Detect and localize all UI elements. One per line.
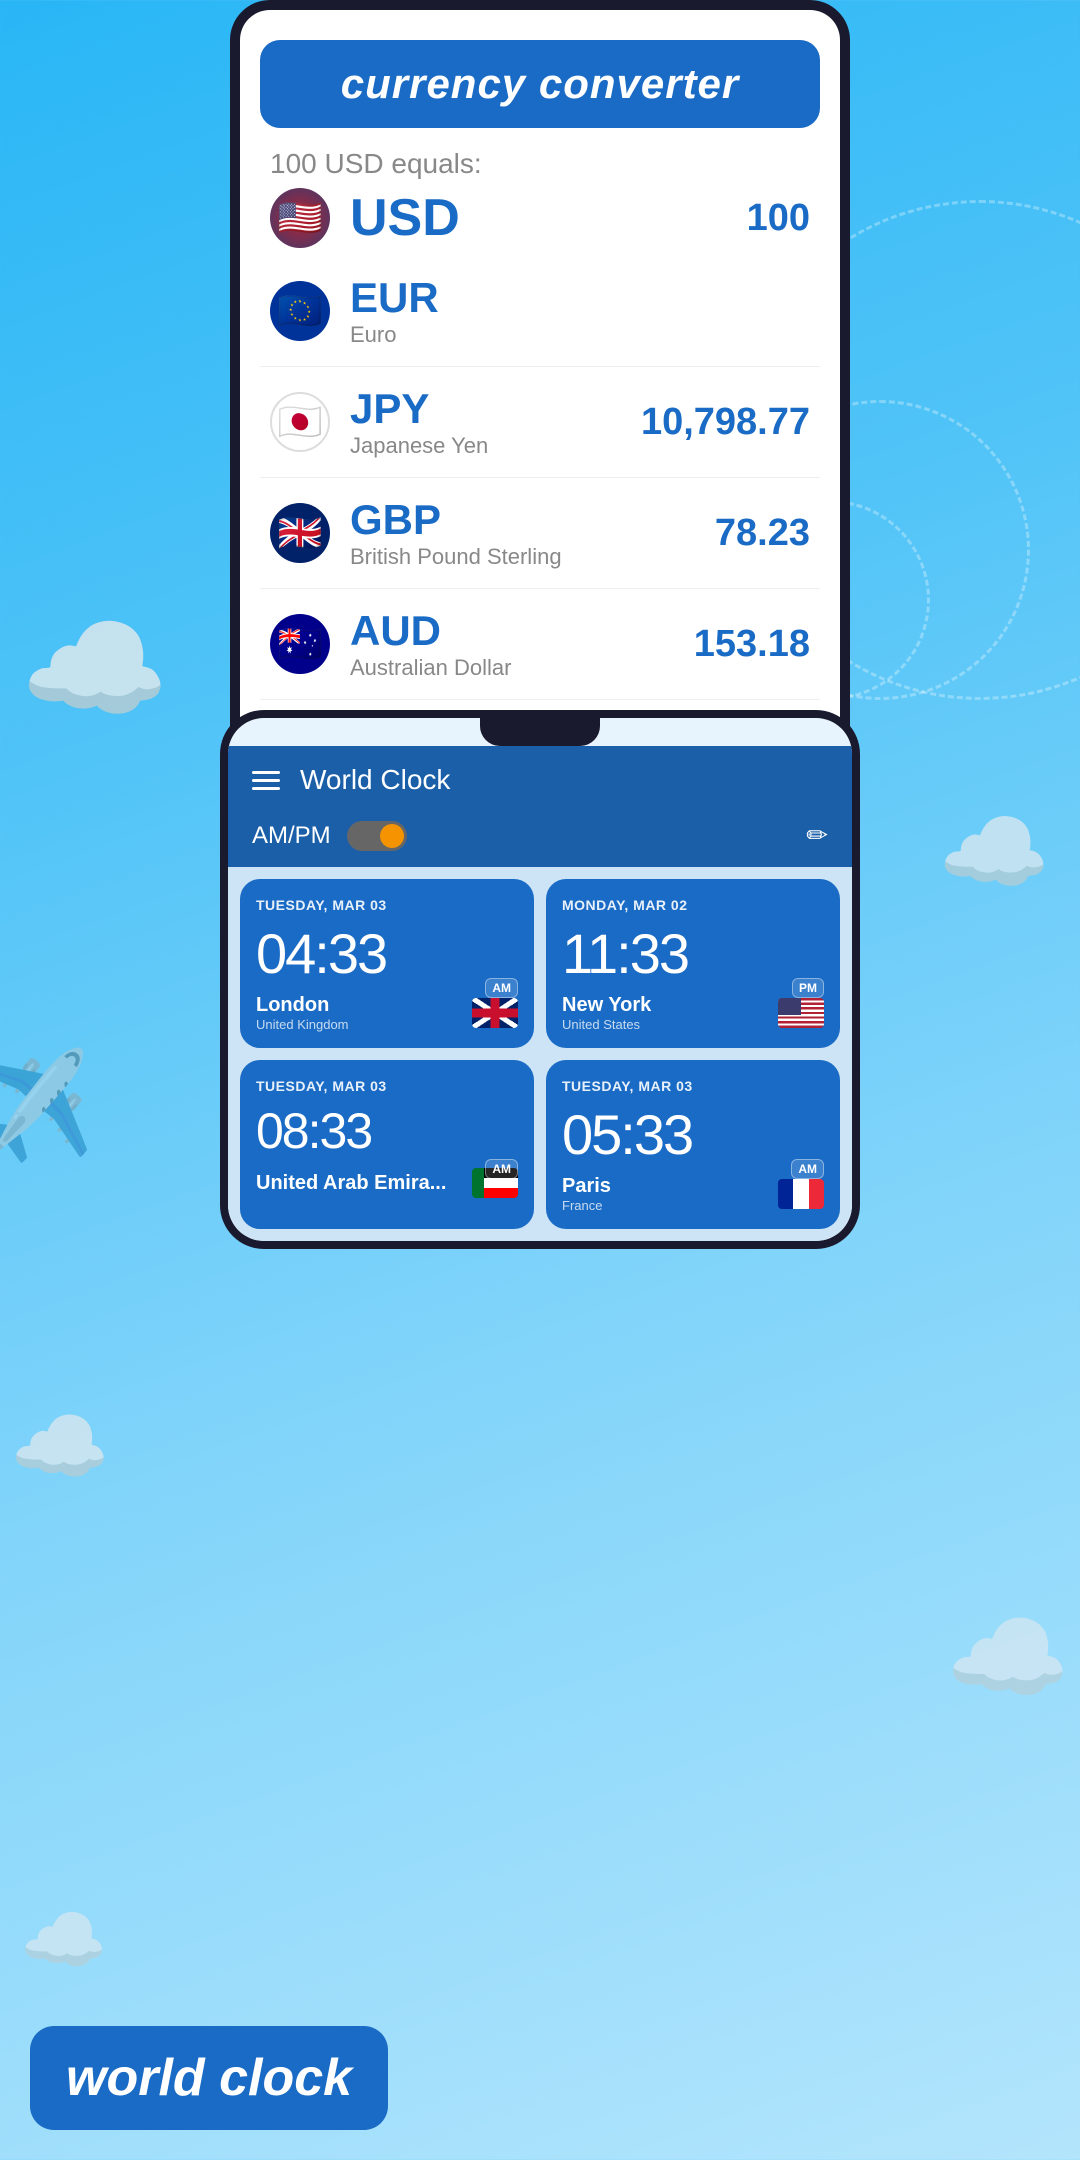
- usd-header-text: 100 USD equals:: [270, 148, 482, 179]
- aud-row[interactable]: 🇦🇺 AUD Australian Dollar 153.18: [260, 589, 820, 700]
- jpy-info: JPY Japanese Yen: [350, 385, 641, 459]
- newyork-date: MONDAY, MAR 02: [562, 897, 824, 913]
- menu-button[interactable]: [252, 771, 280, 790]
- uae-date: TUESDAY, MAR 03: [256, 1078, 518, 1094]
- usd-header: 100 USD equals:: [240, 138, 840, 180]
- london-date: TUESDAY, MAR 03: [256, 897, 518, 913]
- aud-code: AUD: [350, 607, 694, 655]
- newyork-time: 11:33: [562, 921, 824, 986]
- ampm-bar: AM/PM ✏: [228, 810, 852, 867]
- paris-city: Paris: [562, 1175, 611, 1198]
- jpy-name: Japanese Yen: [350, 433, 641, 459]
- uae-location: United Arab Emira...: [256, 1172, 446, 1195]
- london-city: London: [256, 994, 349, 1017]
- gbp-value: 78.23: [715, 512, 810, 555]
- world-clock-label: world clock: [30, 2026, 388, 2130]
- paris-date: TUESDAY, MAR 03: [562, 1078, 824, 1094]
- london-ampm: AM: [485, 978, 518, 998]
- world-clock-title: World Clock: [300, 764, 828, 796]
- gbp-row[interactable]: 🇬🇧 GBP British Pound Sterling 78.23: [260, 478, 820, 589]
- paris-time: 05:33: [562, 1102, 824, 1167]
- aud-info: AUD Australian Dollar: [350, 607, 694, 681]
- jpy-row[interactable]: 🇯🇵 JPY Japanese Yen 10,798.77: [260, 367, 820, 478]
- gbp-flag: 🇬🇧: [270, 503, 330, 563]
- ampm-label: AM/PM: [252, 822, 331, 850]
- paris-clock-card[interactable]: TUESDAY, MAR 03 05:33 AM Paris France: [546, 1060, 840, 1229]
- london-flag: [472, 998, 518, 1028]
- uae-ampm: AM: [485, 1159, 518, 1179]
- currency-converter-phone: currency converter 100 USD equals: 🇺🇸 US…: [230, 0, 850, 821]
- gbp-code: GBP: [350, 496, 715, 544]
- london-location: London United Kingdom: [256, 994, 349, 1032]
- jpy-code: JPY: [350, 385, 641, 433]
- eur-flag: 🇪🇺: [270, 281, 330, 341]
- jpy-flag: 🇯🇵: [270, 392, 330, 452]
- usd-value: 100: [747, 197, 810, 240]
- newyork-country: United States: [562, 1017, 651, 1032]
- newyork-city: New York: [562, 994, 651, 1017]
- newyork-ampm: PM: [792, 978, 824, 998]
- phone-notch: [480, 718, 600, 746]
- london-time: 04:33: [256, 921, 518, 986]
- ampm-toggle[interactable]: [347, 821, 407, 851]
- aud-name: Australian Dollar: [350, 655, 694, 681]
- aud-value: 153.18: [694, 623, 810, 666]
- world-clock-header: World Clock: [228, 746, 852, 810]
- paris-location: Paris France: [562, 1175, 611, 1213]
- uae-clock-card[interactable]: TUESDAY, MAR 03 08:33 AM United Arab Emi…: [240, 1060, 534, 1229]
- usd-row: 🇺🇸 USD 100: [240, 180, 840, 256]
- paris-country: France: [562, 1198, 611, 1213]
- london-footer: London United Kingdom: [256, 994, 518, 1032]
- paris-ampm: AM: [791, 1159, 824, 1179]
- paris-flag: [778, 1179, 824, 1209]
- uae-city: United Arab Emira...: [256, 1172, 446, 1195]
- edit-icon[interactable]: ✏: [806, 820, 828, 851]
- eur-info: EUR Euro: [350, 274, 810, 348]
- eur-name: Euro: [350, 322, 810, 348]
- newyork-flag: [778, 998, 824, 1028]
- london-country: United Kingdom: [256, 1017, 349, 1032]
- usd-flag: 🇺🇸: [270, 188, 330, 248]
- currency-banner-title: currency converter: [341, 60, 740, 107]
- newyork-location: New York United States: [562, 994, 651, 1032]
- clock-grid: TUESDAY, MAR 03 04:33 AM London United K…: [228, 867, 852, 1241]
- paris-footer: Paris France: [562, 1175, 824, 1213]
- usd-code: USD: [350, 188, 747, 248]
- currency-screen: currency converter 100 USD equals: 🇺🇸 US…: [240, 10, 840, 811]
- uae-footer: United Arab Emira...: [256, 1168, 518, 1198]
- jpy-value: 10,798.77: [641, 401, 810, 444]
- gbp-info: GBP British Pound Sterling: [350, 496, 715, 570]
- gbp-name: British Pound Sterling: [350, 544, 715, 570]
- newyork-footer: New York United States: [562, 994, 824, 1032]
- usd-info: USD: [350, 188, 747, 248]
- eur-row[interactable]: 🇪🇺 EUR Euro: [260, 256, 820, 367]
- eur-code: EUR: [350, 274, 810, 322]
- aud-flag: 🇦🇺: [270, 614, 330, 674]
- world-clock-phone: World Clock AM/PM ✏ TUESDAY, MAR 03 04:3…: [220, 710, 860, 1249]
- currency-converter-banner: currency converter: [260, 40, 820, 128]
- world-clock-label-text: world clock: [66, 2049, 352, 2107]
- london-clock-card[interactable]: TUESDAY, MAR 03 04:33 AM London United K…: [240, 879, 534, 1048]
- world-clock-screen: World Clock AM/PM ✏ TUESDAY, MAR 03 04:3…: [228, 718, 852, 1241]
- uae-time: 08:33: [256, 1102, 518, 1160]
- newyork-clock-card[interactable]: MONDAY, MAR 02 11:33 PM New York United …: [546, 879, 840, 1048]
